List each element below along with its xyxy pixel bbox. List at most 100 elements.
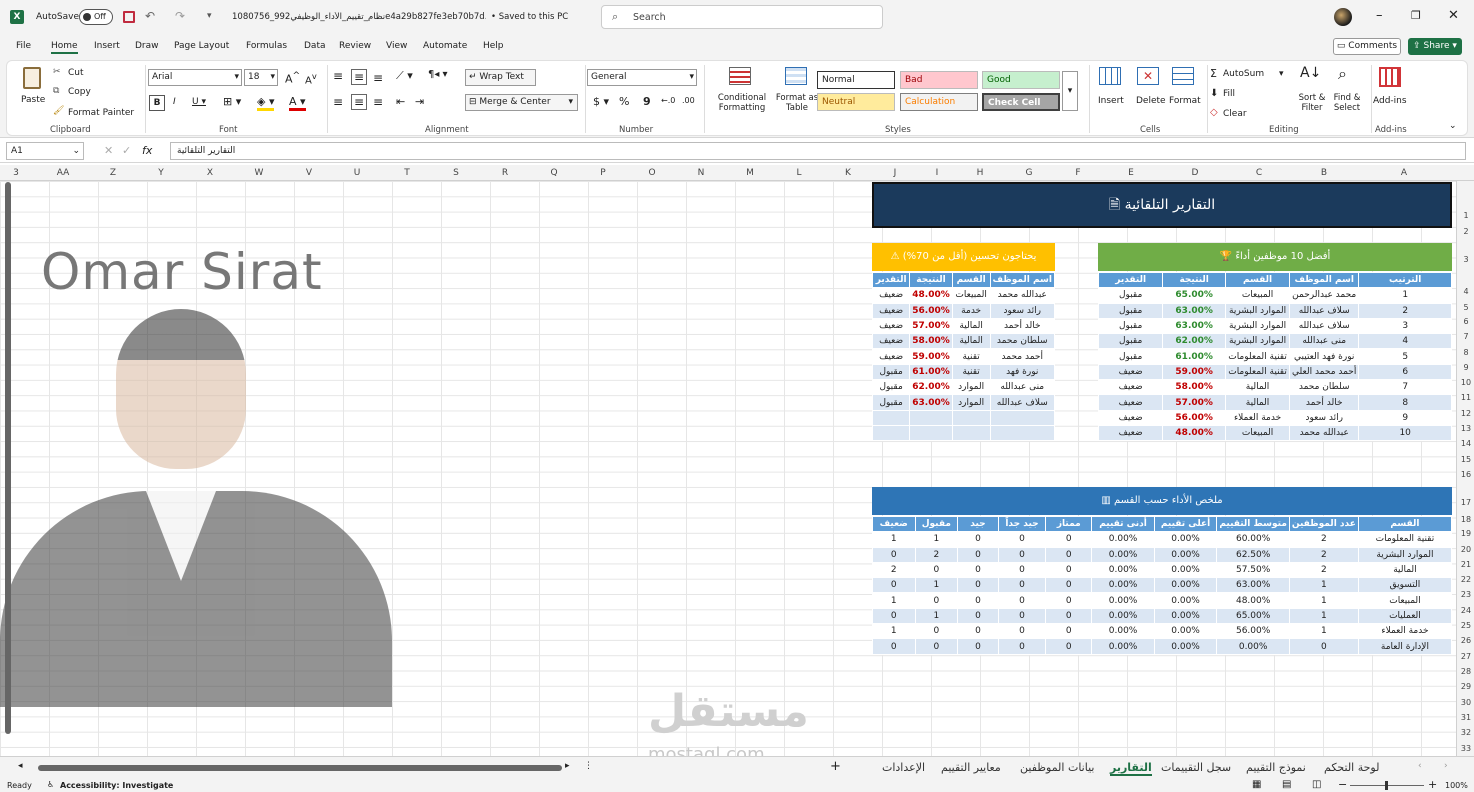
table-cell[interactable]: 1 <box>1288 623 1359 640</box>
font-color-icon[interactable]: A ▾ <box>289 95 306 111</box>
table-cell[interactable]: 10 <box>1358 424 1452 442</box>
insert-cells-icon[interactable] <box>1099 67 1121 85</box>
table-cell[interactable]: 65.00% <box>1216 607 1290 625</box>
column-header[interactable]: R <box>495 165 515 181</box>
table-cell[interactable]: مقبول <box>1097 333 1164 350</box>
table-cell[interactable]: عبدالله محمد <box>989 287 1056 304</box>
sort-filter-button[interactable]: Sort & Filter <box>1294 93 1330 113</box>
column-header[interactable]: J <box>885 165 905 181</box>
table-cell[interactable]: 48.00% <box>909 287 953 304</box>
column-header[interactable]: H <box>970 165 990 181</box>
format-as-table-icon[interactable] <box>785 67 807 85</box>
style-good[interactable]: Good <box>982 71 1060 89</box>
table-cell[interactable]: 0.00% <box>1153 531 1218 548</box>
table-cell[interactable]: 2 <box>1358 302 1452 319</box>
table-cell[interactable]: 0 <box>1288 638 1359 655</box>
row-header[interactable]: 31 <box>1457 713 1474 722</box>
table-cell[interactable]: 2 <box>914 546 959 563</box>
table-cell[interactable]: 2 <box>1288 546 1359 563</box>
table-cell[interactable]: ضعيف <box>871 333 911 350</box>
table-cell[interactable]: 0 <box>997 592 1047 609</box>
style-calculation[interactable]: Calculation <box>900 93 978 111</box>
row-header[interactable]: 21 <box>1457 560 1474 569</box>
table-cell[interactable]: 2 <box>1288 561 1359 579</box>
table-cell[interactable]: 0.00% <box>1153 546 1218 563</box>
addins-button[interactable]: Add-ins <box>1373 96 1407 106</box>
zoom-slider-thumb[interactable] <box>1385 781 1388 790</box>
column-header[interactable]: Q <box>544 165 564 181</box>
italic-icon[interactable]: I <box>173 97 176 107</box>
table-cell[interactable]: 0 <box>957 577 999 594</box>
table-cell[interactable]: 56.00% <box>1216 623 1290 640</box>
horizontal-scroll-thumb[interactable] <box>38 765 562 771</box>
style-bad[interactable]: Bad <box>900 71 978 89</box>
table-cell[interactable]: 62.00% <box>909 379 953 396</box>
empty-cell[interactable] <box>909 424 953 442</box>
table-cell[interactable]: المالية <box>951 317 991 335</box>
row-header[interactable]: 20 <box>1457 545 1474 554</box>
column-header[interactable]: K <box>838 165 858 181</box>
row-header[interactable]: 2 <box>1457 227 1474 236</box>
table-cell[interactable]: 3 <box>1358 317 1452 335</box>
table-cell[interactable]: الموارد البشرية <box>1225 317 1291 335</box>
empty-cell[interactable] <box>951 409 991 426</box>
row-header[interactable]: 26 <box>1457 636 1474 645</box>
table-cell[interactable]: 8 <box>1358 394 1452 411</box>
row-header[interactable]: 5 <box>1457 303 1474 312</box>
minimize-icon[interactable]: – <box>1376 8 1383 23</box>
table-cell[interactable]: تقنية المعلومات <box>1225 348 1291 365</box>
column-header[interactable]: Z <box>103 165 123 181</box>
style-neutral[interactable]: Neutral <box>817 93 895 111</box>
menu-view[interactable]: View <box>386 41 407 51</box>
table-cell[interactable]: مقبول <box>1097 302 1164 319</box>
menu-file[interactable]: File <box>16 41 31 51</box>
menu-review[interactable]: Review <box>339 41 371 51</box>
copy-icon[interactable]: ⧉ <box>53 86 59 96</box>
table-cell[interactable]: الموارد <box>951 394 991 411</box>
table-cell[interactable]: 9 <box>1358 409 1452 426</box>
column-header[interactable]: S <box>446 165 466 181</box>
format-painter-icon[interactable]: 🖌 <box>53 106 64 116</box>
addins-icon[interactable] <box>1379 67 1401 87</box>
table-cell[interactable]: خدمة <box>951 302 991 319</box>
row-header[interactable]: 17 <box>1457 498 1474 507</box>
table-cell[interactable]: 0 <box>872 638 916 655</box>
table-cell[interactable]: 63.00% <box>1162 317 1227 335</box>
table-cell[interactable]: خدمة العملاء <box>1357 623 1453 640</box>
menu-data[interactable]: Data <box>304 41 326 51</box>
row-header[interactable]: 22 <box>1457 575 1474 584</box>
save-icon[interactable] <box>123 11 135 23</box>
table-cell[interactable]: 1 <box>1288 577 1359 594</box>
increase-decimal-icon[interactable]: ←.0 <box>661 96 675 105</box>
table-cell[interactable]: 0.00% <box>1091 531 1155 548</box>
zoom-out-icon[interactable]: − <box>1338 778 1347 791</box>
sheet-tab[interactable]: بيانات الموظفين <box>1020 761 1094 774</box>
format-painter-button[interactable]: Format Painter <box>68 108 134 118</box>
column-header[interactable]: I <box>927 165 947 181</box>
table-cell[interactable]: عبدالله محمد <box>1289 424 1360 442</box>
borders-icon[interactable]: ⊞ ▾ <box>223 95 241 108</box>
page-layout-icon[interactable]: ▤ <box>1282 779 1291 790</box>
table-cell[interactable]: العمليات <box>1357 607 1453 625</box>
column-header[interactable]: W <box>249 165 269 181</box>
column-header[interactable]: P <box>593 165 613 181</box>
cut-button[interactable]: Cut <box>68 68 84 78</box>
format-cells-button[interactable]: Format <box>1169 96 1201 106</box>
column-header[interactable]: T <box>397 165 417 181</box>
increase-font-icon[interactable]: A^ <box>285 70 300 86</box>
table-cell[interactable]: 1 <box>872 592 916 609</box>
column-header[interactable]: B <box>1314 165 1334 181</box>
empty-cell[interactable] <box>871 424 911 442</box>
table-cell[interactable]: الموارد البشرية <box>1357 546 1453 563</box>
row-header[interactable]: 4 <box>1457 287 1474 296</box>
table-cell[interactable]: 0 <box>957 607 999 625</box>
table-cell[interactable]: خالد أحمد <box>1289 394 1360 411</box>
table-cell[interactable]: المبيعات <box>951 287 991 304</box>
table-cell[interactable]: 1 <box>914 531 959 548</box>
table-cell[interactable]: مقبول <box>1097 317 1164 335</box>
table-cell[interactable]: 0.00% <box>1091 638 1155 655</box>
table-cell[interactable]: 0.00% <box>1091 546 1155 563</box>
table-cell[interactable]: 0 <box>914 638 959 655</box>
table-cell[interactable]: سلاف عبدالله <box>1289 302 1360 319</box>
table-cell[interactable]: 0.00% <box>1091 623 1155 640</box>
